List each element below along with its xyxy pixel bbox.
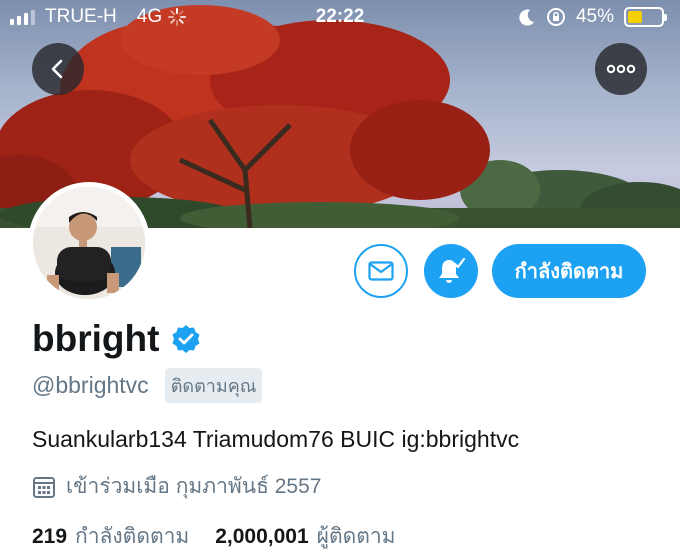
joined-date: เข้าร่วมเมือ กุมภาพันธ์ 2557 xyxy=(66,475,322,498)
display-name: bbright xyxy=(32,318,160,359)
following-button[interactable]: กำลังติดตาม xyxy=(492,244,646,298)
follow-stats: 219 กำลังติดตาม 2,000,001 ผู้ติดตาม xyxy=(32,520,396,552)
handle-row: @bbrightvc ติดตามคุณ xyxy=(32,368,263,403)
followers-label[interactable]: ผู้ติดตาม xyxy=(317,520,396,552)
followers-count[interactable]: 2,000,001 xyxy=(215,525,308,549)
battery-icon xyxy=(624,7,667,27)
moon-icon xyxy=(519,9,534,26)
rotation-lock-icon xyxy=(546,8,565,26)
verified-badge-icon xyxy=(172,325,200,353)
bell-icon xyxy=(439,257,466,283)
following-count[interactable]: 219 xyxy=(32,525,67,549)
more-options-button[interactable] xyxy=(595,43,647,95)
message-button[interactable] xyxy=(354,244,408,298)
battery-percent: 45% xyxy=(575,6,614,27)
envelope-icon xyxy=(368,261,394,281)
more-horizontal-icon xyxy=(606,64,636,74)
joined-date-row: เข้าร่วมเมือ กุมภาพันธ์ 2557 xyxy=(32,470,321,503)
profile-name-row: bbright xyxy=(32,318,201,360)
status-bar: TRUE-H 4G 22:22 45% xyxy=(0,0,680,34)
following-label[interactable]: กำลังติดตาม xyxy=(75,520,189,552)
calendar-icon xyxy=(33,476,55,498)
profile-bio: Suankularb134 Triamudom76 BUIC ig:bbrigh… xyxy=(32,426,520,452)
chevron-left-icon xyxy=(51,59,63,79)
back-button[interactable] xyxy=(32,43,84,95)
follows-you-badge: ติดตามคุณ xyxy=(164,368,263,403)
handle: @bbrightvc xyxy=(32,372,149,398)
notifications-button[interactable] xyxy=(424,244,478,298)
avatar-photo xyxy=(33,187,145,299)
avatar[interactable] xyxy=(28,182,150,304)
